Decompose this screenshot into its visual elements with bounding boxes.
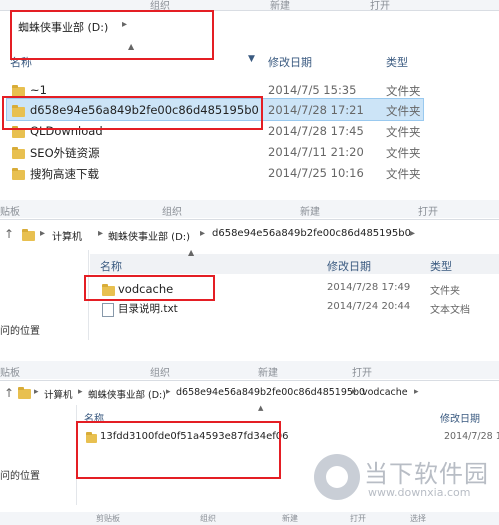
file-row[interactable]: SEO外链资源 2014/7/11 21:20 文件夹	[0, 145, 499, 163]
folder-icon	[12, 147, 25, 159]
col-date[interactable]: 修改日期	[327, 258, 371, 274]
col-type[interactable]: 类型	[430, 258, 452, 274]
ribbon-bar-1: 组织 新建 打开	[0, 0, 499, 12]
address-bar-2[interactable]: ↑ ▸ 计算机 ▸ 蜘蛛侠事业部 (D:) ▸ d658e94e56a849b2…	[0, 222, 499, 246]
ribbon-organize[interactable]: 组织	[162, 203, 182, 218]
nav-label[interactable]: 问的位置	[0, 467, 40, 482]
address-sep-icon[interactable]: ▸	[166, 387, 171, 397]
file-type: 文件夹	[386, 125, 421, 139]
ribbon-open[interactable]: 打开	[352, 364, 372, 379]
highlight-box-vodcache	[84, 275, 215, 301]
file-name: SEO外链资源	[30, 146, 100, 160]
address-computer[interactable]: 计算机	[52, 228, 82, 243]
address-subfolder[interactable]: vodcache	[362, 387, 408, 398]
file-name: 目录说明.txt	[118, 303, 178, 315]
ribbon-new[interactable]: 新建	[282, 513, 298, 524]
ribbon-open[interactable]: 打开	[418, 203, 438, 218]
nav-label[interactable]: 问的位置	[0, 322, 40, 337]
ribbon-clipboard[interactable]: 剪贴板	[96, 513, 120, 524]
ribbon-clipboard[interactable]: 贴板	[0, 203, 20, 218]
file-type: 文件夹	[430, 286, 460, 297]
address-sep-icon[interactable]: ▸	[352, 387, 357, 397]
address-sep-icon[interactable]: ▸	[98, 228, 103, 239]
ribbon-bar-4: 剪贴板 组织 新建 打开 选择	[0, 512, 499, 525]
file-row[interactable]: 搜狗高速下载 2014/7/25 10:16 文件夹	[0, 166, 499, 184]
address-drive[interactable]: 蜘蛛侠事业部 (D:)	[108, 228, 190, 243]
up-arrow-icon[interactable]: ↑	[4, 386, 14, 400]
file-date: 2014/7/5 15:35	[268, 83, 357, 97]
watermark-url: www.downxia.com	[368, 486, 471, 499]
ribbon-bar-3: 贴板 组织 新建 打开	[0, 361, 499, 379]
highlight-box-hash-folder	[76, 421, 281, 479]
file-row[interactable]: 目录说明.txt 2014/7/24 20:44 文本文档	[90, 301, 499, 319]
address-sep-icon[interactable]: ▸	[78, 387, 83, 397]
address-bar-3[interactable]: ↑ ▸ 计算机 ▸ 蜘蛛侠事业部 (D:) ▸ d658e94e56a849b2…	[0, 382, 499, 404]
ribbon-open[interactable]: 打开	[350, 513, 366, 524]
address-sep-icon[interactable]: ▸	[40, 228, 45, 239]
file-date: 2014/7/28 1	[444, 431, 499, 442]
watermark-logo-inner	[326, 466, 348, 488]
watermark-title: 当下软件园	[364, 460, 489, 488]
address-sep-icon[interactable]: ▸	[34, 387, 39, 397]
file-name: 搜狗高速下载	[30, 167, 99, 181]
col-name-dropdown-icon[interactable]: ▼	[248, 54, 255, 64]
file-date: 2014/7/28 17:49	[327, 282, 411, 293]
text-file-icon	[102, 303, 114, 317]
col-date[interactable]: 修改日期	[440, 410, 480, 425]
highlight-box-drive	[10, 10, 214, 60]
col-name[interactable]: 名称	[100, 258, 122, 274]
ribbon-bar-2: 贴板 组织 新建 打开	[0, 200, 499, 218]
folder-icon	[22, 229, 35, 241]
ribbon-new[interactable]: 新建	[258, 364, 278, 379]
address-drive[interactable]: 蜘蛛侠事业部 (D:)	[88, 387, 166, 401]
address-folder[interactable]: d658e94e56a849b2fe00c86d485195b0	[212, 228, 411, 239]
address-computer[interactable]: 计算机	[44, 387, 73, 401]
col-type[interactable]: 类型	[386, 54, 408, 70]
ribbon-clipboard[interactable]: 贴板	[0, 364, 20, 379]
file-date: 2014/7/24 20:44	[327, 301, 411, 312]
address-sep-icon[interactable]: ▸	[200, 228, 205, 239]
highlight-box-folder	[2, 96, 263, 130]
file-date: 2014/7/28 17:21	[268, 103, 364, 117]
address-folder[interactable]: d658e94e56a849b2fe00c86d485195b0	[176, 387, 365, 398]
address-sep-icon[interactable]: ▸	[414, 387, 419, 397]
file-type: 文件夹	[386, 84, 421, 98]
address-sep-icon[interactable]: ▸	[410, 228, 415, 239]
file-date: 2014/7/28 17:45	[268, 124, 364, 138]
file-name: ~1	[30, 83, 47, 97]
folder-icon	[12, 168, 25, 180]
column-headers-2: 名称 修改日期 类型	[0, 256, 499, 274]
file-type: 文件夹	[386, 167, 421, 181]
up-arrow-icon[interactable]: ↑	[4, 227, 14, 241]
col-date[interactable]: 修改日期	[268, 54, 312, 70]
ribbon-organize[interactable]: 组织	[150, 364, 170, 379]
file-date: 2014/7/11 21:20	[268, 145, 364, 159]
ribbon-select[interactable]: 选择	[410, 513, 426, 524]
file-date: 2014/7/25 10:16	[268, 166, 364, 180]
ribbon-organize[interactable]: 组织	[200, 513, 216, 524]
ribbon-new[interactable]: 新建	[300, 203, 320, 218]
file-type: 文件夹	[386, 104, 421, 118]
file-type: 文件夹	[386, 146, 421, 160]
folder-icon	[18, 387, 31, 399]
file-type: 文本文档	[430, 305, 470, 316]
